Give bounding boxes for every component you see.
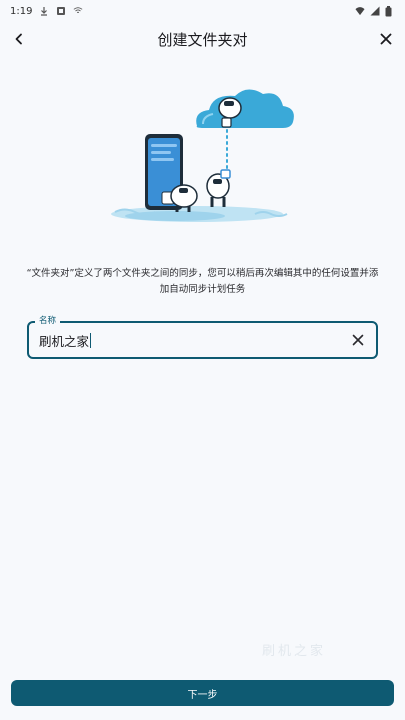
back-button[interactable]	[5, 26, 33, 54]
battery-icon	[385, 6, 395, 17]
close-icon	[379, 31, 393, 50]
status-right	[355, 6, 395, 17]
page-title: 创建文件夹对	[157, 30, 248, 49]
status-left: 1:19	[10, 6, 83, 17]
close-button[interactable]	[372, 26, 400, 54]
name-input[interactable]: 刷机之家	[39, 323, 342, 357]
description-text: “文件夹对”定义了两个文件夹之间的同步，您可以稍后再次编辑其中的任何设置并添加自…	[26, 268, 379, 295]
name-input-value: 刷机之家	[39, 333, 90, 349]
status-bar: 1:19	[0, 0, 405, 22]
text-caret	[90, 332, 92, 348]
status-time: 1:19	[10, 5, 33, 17]
chevron-left-icon	[12, 31, 26, 50]
app-notification-icon	[56, 6, 66, 16]
sync-illustration	[105, 88, 300, 233]
cast-icon	[73, 6, 83, 16]
watermark-text: 刷机之家	[262, 644, 327, 659]
download-icon	[39, 6, 49, 16]
clear-button[interactable]	[346, 328, 370, 352]
clear-icon	[352, 331, 364, 350]
app-bar: 创建文件夹对	[0, 22, 405, 56]
name-field[interactable]: 名称 刷机之家	[27, 315, 378, 359]
next-button[interactable]: 下一步	[11, 680, 394, 706]
signal-icon	[370, 6, 380, 16]
wifi-icon	[355, 6, 365, 16]
